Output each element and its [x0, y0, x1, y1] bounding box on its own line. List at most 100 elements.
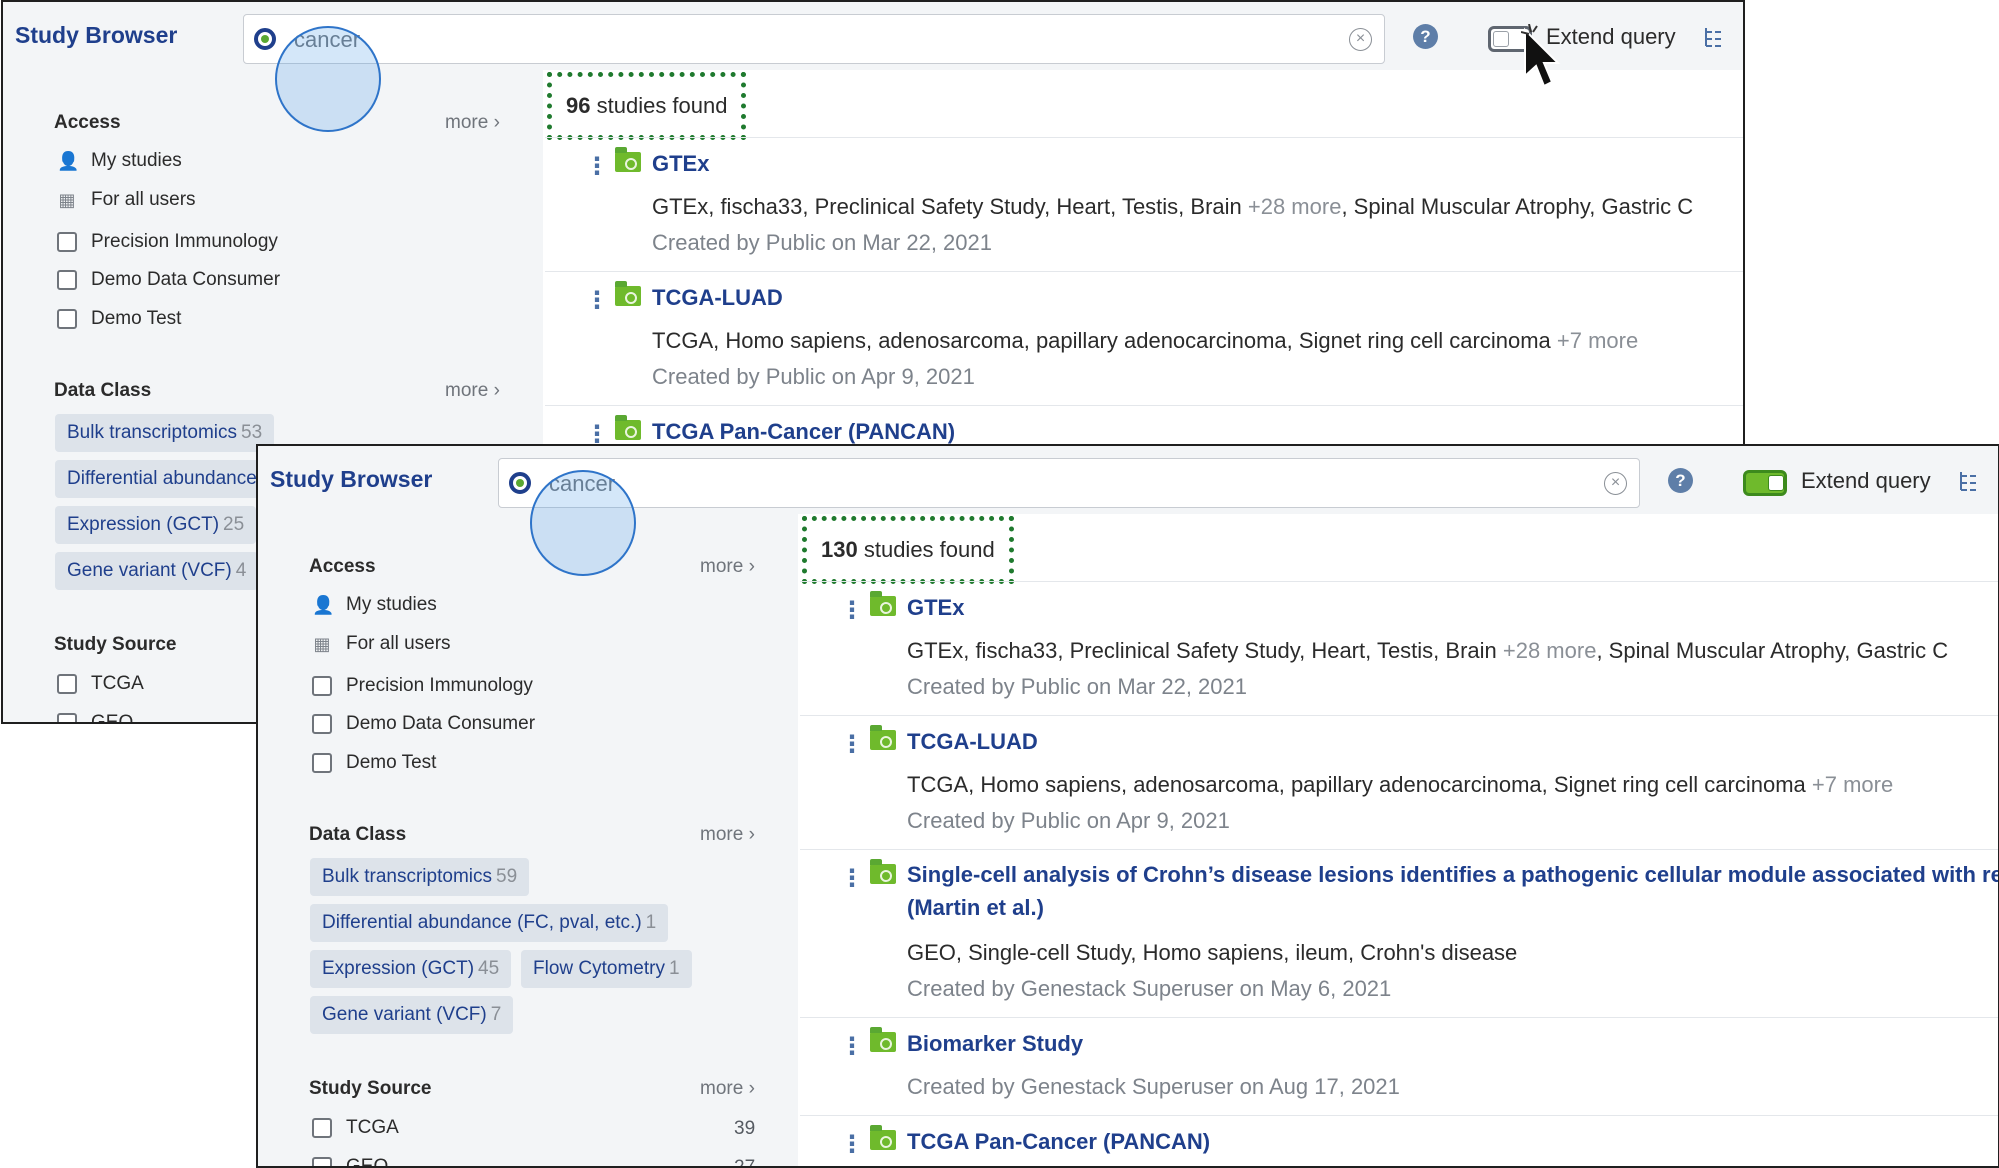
- source-checkbox-tcga[interactable]: TCGA: [57, 673, 144, 695]
- top-bar: Study Browser cancer × ? Extend query: [258, 446, 1998, 514]
- folder-icon: [615, 281, 641, 306]
- results-count-highlight: 130 studies found: [802, 516, 1014, 584]
- clear-icon[interactable]: ×: [1604, 472, 1627, 495]
- result-item[interactable]: ⋮ TCGA Pan-Cancer (PANCAN): [800, 1116, 1998, 1166]
- search-input[interactable]: cancer ×: [243, 14, 1385, 64]
- access-checkbox-precision-immunology[interactable]: Precision Immunology: [312, 675, 533, 697]
- result-title[interactable]: GTEx: [907, 595, 964, 621]
- result-tags: GEO, Single-cell Study, Homo sapiens, il…: [907, 940, 1518, 965]
- result-title[interactable]: TCGA-LUAD: [652, 285, 783, 311]
- kebab-icon[interactable]: ⋮: [840, 864, 864, 893]
- access-item-my-studies[interactable]: 👤 My studies: [312, 594, 437, 616]
- clear-icon[interactable]: ×: [1349, 28, 1372, 51]
- access-checkbox-demo-data-consumer[interactable]: Demo Data Consumer: [312, 713, 535, 735]
- result-tags: GTEx, fischa33, Preclinical Safety Study…: [652, 194, 1694, 219]
- checkbox[interactable]: [312, 1157, 332, 1166]
- checkbox[interactable]: [312, 1118, 332, 1138]
- result-tags: TCGA, Homo sapiens, adenosarcoma, papill…: [652, 328, 1639, 353]
- extend-query-toggle[interactable]: [1743, 470, 1787, 496]
- checkbox[interactable]: [57, 713, 77, 722]
- data-class-tag[interactable]: Flow Cytometry 1: [521, 950, 692, 988]
- study-source-more-link[interactable]: more ›: [700, 1078, 755, 1100]
- access-title: Access: [54, 112, 121, 133]
- result-title[interactable]: Biomarker Study: [907, 1031, 1083, 1057]
- source-checkbox-geo[interactable]: GEO: [57, 712, 133, 722]
- checkbox[interactable]: [57, 309, 77, 329]
- source-checkbox-geo[interactable]: GEO: [312, 1156, 388, 1166]
- checkbox[interactable]: [312, 676, 332, 696]
- kebab-icon[interactable]: ⋮: [840, 596, 864, 625]
- checkbox[interactable]: [57, 674, 77, 694]
- kebab-icon[interactable]: ⋮: [840, 1032, 864, 1061]
- search-highlight-circle: [275, 26, 381, 132]
- result-item[interactable]: ⋮ Single-cell analysis of Crohn’s diseas…: [800, 850, 1998, 1018]
- result-title[interactable]: GTEx: [652, 151, 709, 177]
- data-class-tag[interactable]: Differential abundance (FC, pval, etc.) 1: [310, 904, 669, 942]
- result-meta: Created by Genestack Superuser on Aug 17…: [907, 1074, 1400, 1099]
- data-class-tag[interactable]: Bulk transcriptomics 53: [55, 414, 275, 452]
- access-more-link[interactable]: more ›: [445, 112, 500, 134]
- checkbox[interactable]: [57, 270, 77, 290]
- access-checkbox-precision-immunology[interactable]: Precision Immunology: [57, 231, 278, 253]
- checkbox[interactable]: [312, 714, 332, 734]
- result-item[interactable]: ⋮ TCGA-LUAD TCGA, Homo sapiens, adenosar…: [545, 272, 1743, 406]
- kebab-icon[interactable]: ⋮: [840, 730, 864, 759]
- source-checkbox-tcga[interactable]: TCGA: [312, 1117, 399, 1139]
- kebab-icon[interactable]: ⋮: [585, 286, 609, 315]
- help-icon[interactable]: ?: [1668, 468, 1693, 493]
- result-title[interactable]: TCGA Pan-Cancer (PANCAN): [652, 419, 955, 445]
- data-class-title: Data Class: [309, 824, 407, 845]
- folder-icon: [870, 859, 896, 884]
- access-item-for-all-users[interactable]: ▦ For all users: [57, 189, 195, 211]
- folder-icon: [615, 415, 641, 440]
- folder-icon: [870, 725, 896, 750]
- kebab-icon[interactable]: ⋮: [840, 1130, 864, 1159]
- result-tags: GTEx, fischa33, Preclinical Safety Study…: [907, 638, 1949, 663]
- search-highlight-circle: [530, 470, 636, 576]
- access-item-my-studies[interactable]: 👤 My studies: [57, 150, 182, 172]
- access-item-for-all-users[interactable]: ▦ For all users: [312, 633, 450, 655]
- result-item[interactable]: ⋮ GTEx GTEx, fischa33, Preclinical Safet…: [800, 582, 1998, 716]
- data-class-tag[interactable]: Bulk transcriptomics 59: [310, 858, 530, 896]
- data-class-tag[interactable]: Differential abundance: [55, 460, 269, 498]
- result-item[interactable]: ⋮ TCGA-LUAD TCGA, Homo sapiens, adenosar…: [800, 716, 1998, 850]
- access-more-link[interactable]: more ›: [700, 556, 755, 578]
- tree-icon[interactable]: [1958, 470, 1978, 492]
- access-title: Access: [309, 556, 376, 577]
- data-class-tag[interactable]: Expression (GCT) 25: [55, 506, 257, 544]
- study-source-title: Study Source: [54, 634, 177, 655]
- data-class-tag[interactable]: Gene variant (VCF) 7: [310, 996, 514, 1034]
- access-checkbox-demo-data-consumer[interactable]: Demo Data Consumer: [57, 269, 280, 291]
- results-count-highlight: 96 studies found: [547, 72, 747, 140]
- search-icon: [509, 472, 531, 494]
- data-class-more-link[interactable]: more ›: [700, 824, 755, 846]
- building-icon: ▦: [58, 189, 76, 210]
- checkbox[interactable]: [57, 232, 77, 252]
- result-title[interactable]: Single-cell analysis of Crohn’s disease …: [907, 858, 1998, 924]
- kebab-icon[interactable]: ⋮: [585, 152, 609, 181]
- source-count: 27: [734, 1157, 756, 1168]
- data-class-more-link[interactable]: more ›: [445, 380, 500, 402]
- folder-icon: [870, 1027, 896, 1052]
- study-browser-after: Study Browser cancer × ? Extend query Ac…: [256, 444, 1999, 1168]
- result-meta: Created by Genestack Superuser on May 6,…: [907, 976, 1392, 1001]
- search-input[interactable]: cancer ×: [498, 458, 1640, 508]
- extend-query-label: Extend query: [1546, 24, 1676, 49]
- result-item[interactable]: ⋮ Biomarker Study Created by Genestack S…: [800, 1018, 1998, 1116]
- access-checkbox-demo-test[interactable]: Demo Test: [312, 752, 436, 774]
- result-title[interactable]: TCGA-LUAD: [907, 729, 1038, 755]
- search-icon: [254, 28, 276, 50]
- result-item[interactable]: ⋮ GTEx GTEx, fischa33, Preclinical Safet…: [545, 138, 1743, 272]
- top-bar: Study Browser cancer × ? Extend query: [3, 2, 1743, 70]
- extend-query-label: Extend query: [1801, 468, 1931, 493]
- tree-icon[interactable]: [1703, 26, 1723, 48]
- checkbox[interactable]: [312, 753, 332, 773]
- data-class-tag[interactable]: Expression (GCT) 45: [310, 950, 512, 988]
- result-title[interactable]: TCGA Pan-Cancer (PANCAN): [907, 1129, 1210, 1155]
- user-icon: 👤: [57, 150, 80, 171]
- data-class-tag[interactable]: Gene variant (VCF) 4: [55, 552, 259, 590]
- help-icon[interactable]: ?: [1413, 24, 1438, 49]
- result-meta: Created by Public on Mar 22, 2021: [652, 230, 992, 255]
- building-icon: ▦: [313, 633, 331, 654]
- access-checkbox-demo-test[interactable]: Demo Test: [57, 308, 181, 330]
